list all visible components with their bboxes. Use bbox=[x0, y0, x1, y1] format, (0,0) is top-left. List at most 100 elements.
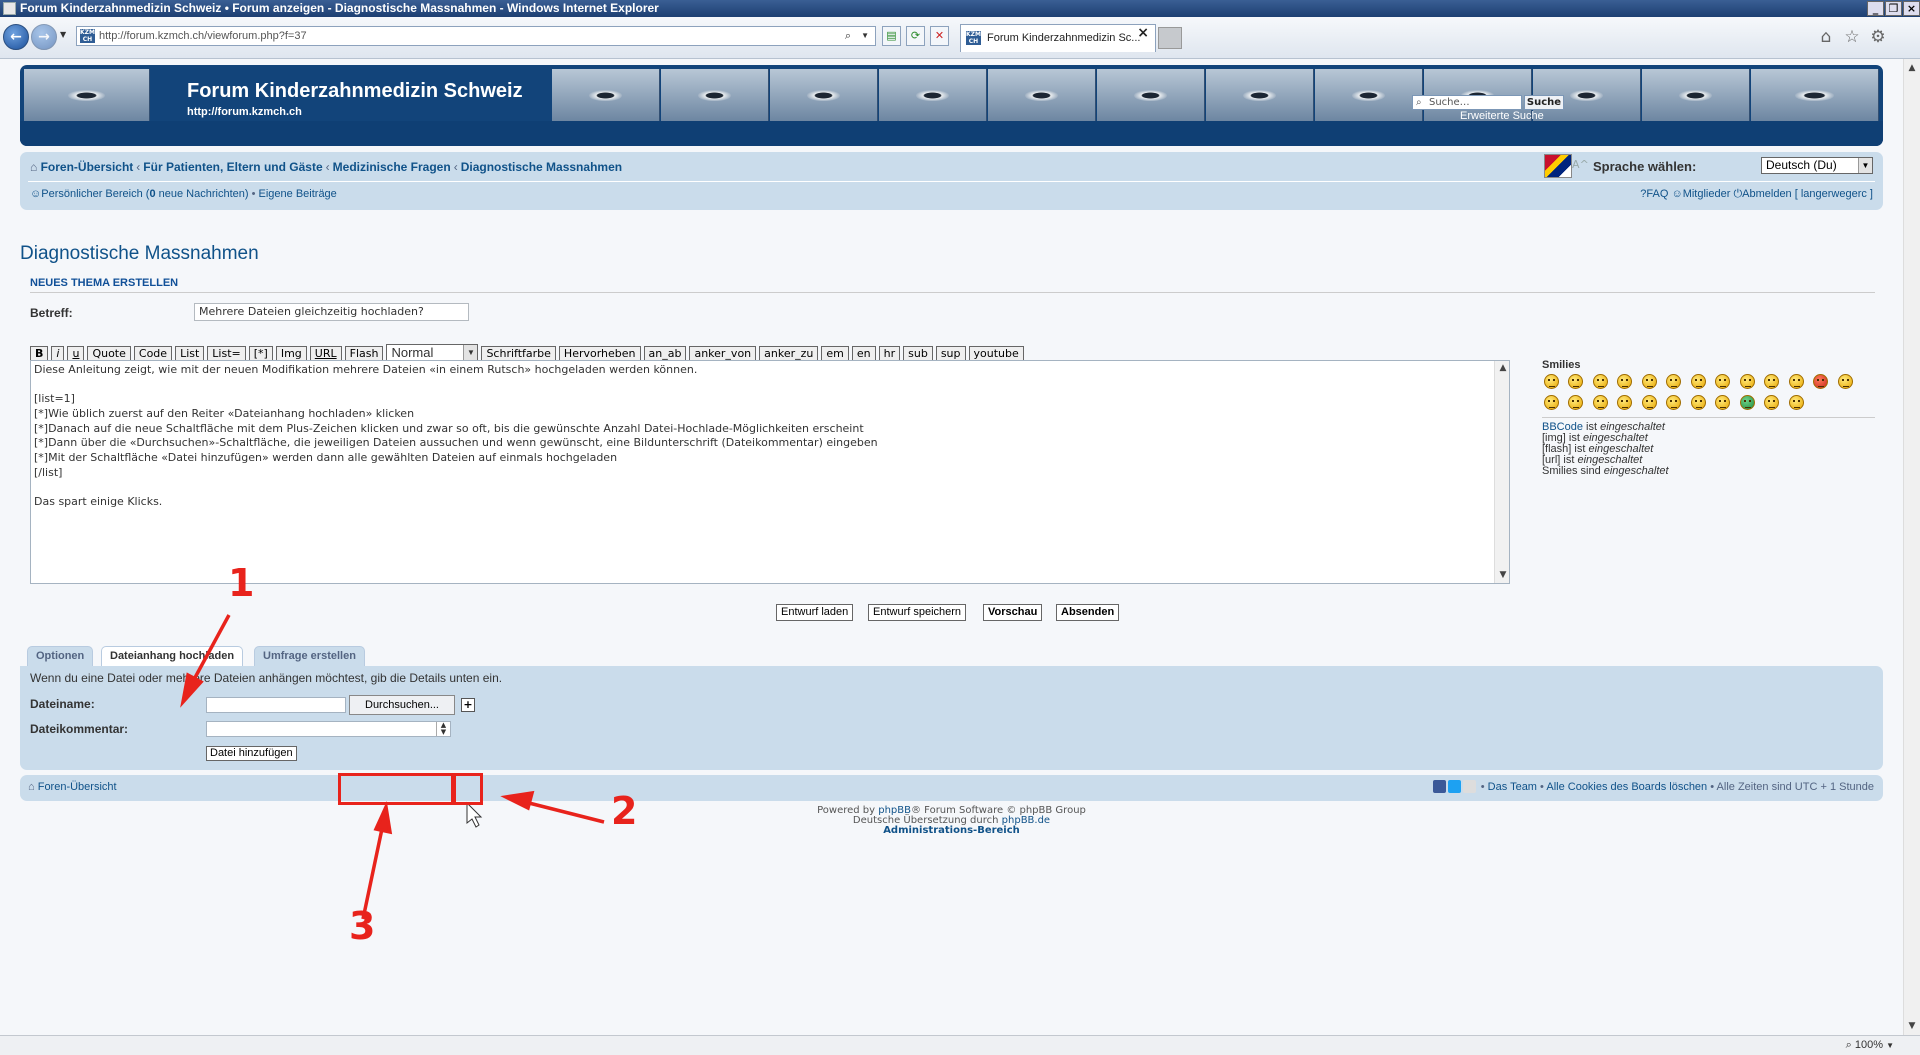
zoom-level[interactable]: ⌕ 100% ▼ bbox=[1846, 1039, 1894, 1052]
team-link[interactable]: Das Team bbox=[1488, 781, 1537, 793]
message-line: [*]Dann über die «Durchsuchen»-Schaltflä… bbox=[34, 436, 878, 450]
search-icon[interactable]: ⌕ bbox=[845, 27, 851, 45]
tab-attachments[interactable]: Dateianhang hochladen bbox=[101, 646, 244, 668]
tab-close-icon[interactable]: × bbox=[1137, 25, 1149, 41]
file-comment-input[interactable]: ▲ ▼ bbox=[206, 721, 451, 737]
breadcrumb-item[interactable]: Für Patienten, Eltern und Gäste bbox=[143, 160, 322, 174]
search-input[interactable]: ⌕ Suche… bbox=[1412, 95, 1522, 110]
logout-link[interactable]: Abmelden [ langerwegerc ] bbox=[1742, 188, 1873, 200]
smiley-wink-icon[interactable] bbox=[1593, 374, 1608, 389]
status-line: Smilies sind eingeschaltet bbox=[1542, 465, 1669, 477]
smiley-crying-icon[interactable] bbox=[1838, 374, 1853, 389]
copyright: Powered by phpBB® Forum Software © phpBB… bbox=[0, 806, 1903, 836]
header-band bbox=[20, 121, 1883, 146]
restore-button[interactable]: ❐ bbox=[1885, 1, 1902, 16]
members-link[interactable]: Mitglieder bbox=[1683, 188, 1731, 200]
language-select[interactable]: Deutsch (Du) ▼ bbox=[1761, 157, 1873, 174]
scroll-up-icon[interactable]: ▲ bbox=[1497, 361, 1509, 375]
smiley-shock-icon[interactable] bbox=[1666, 374, 1681, 389]
history-dropdown-icon[interactable]: ▼ bbox=[60, 30, 66, 39]
smiley-laughing-icon[interactable] bbox=[1740, 374, 1755, 389]
breadcrumb-item[interactable]: Medizinische Fragen bbox=[333, 160, 451, 174]
facebook-share-icon[interactable] bbox=[1432, 780, 1446, 793]
subject-input[interactable]: Mehrere Dateien gleichzeitig hochladen? bbox=[194, 303, 469, 321]
smiley-rolleyes-icon[interactable] bbox=[1593, 395, 1608, 410]
refresh-icon[interactable]: ⟳ bbox=[906, 26, 925, 46]
smiley-question-icon[interactable] bbox=[1642, 395, 1657, 410]
browser-tab-active[interactable]: KZM CH Forum Kinderzahnmedizin Sc... × bbox=[960, 24, 1156, 52]
page-scrollbar[interactable]: ▲ ▼ bbox=[1903, 59, 1920, 1035]
smiley-neutral-icon[interactable] bbox=[1715, 395, 1730, 410]
user-links: ☺Persönlicher Bereich (0 neue Nachrichte… bbox=[30, 188, 337, 200]
new-tab-button[interactable] bbox=[1158, 27, 1182, 49]
stop-icon[interactable]: ✕ bbox=[930, 26, 949, 46]
email-share-icon[interactable] bbox=[1462, 780, 1476, 793]
ie-icon bbox=[3, 2, 16, 15]
textarea-scrollbar[interactable]: ▲ ▼ bbox=[1494, 361, 1509, 583]
load-draft-button[interactable]: Entwurf laden bbox=[776, 604, 854, 621]
back-button[interactable]: ← bbox=[3, 24, 29, 50]
footer-home: ⌂ Foren-Übersicht bbox=[28, 781, 117, 793]
admin-link[interactable]: Administrations-Bereich bbox=[883, 825, 1020, 836]
smiley-confused-icon[interactable] bbox=[1691, 374, 1706, 389]
site-title-link[interactable]: Forum Kinderzahnmedizin Schweiz bbox=[187, 80, 523, 103]
smiley-cool-icon[interactable] bbox=[1715, 374, 1730, 389]
tools-gear-icon[interactable]: ⚙ bbox=[1868, 27, 1888, 47]
own-posts-link[interactable]: Eigene Beiträge bbox=[259, 188, 337, 200]
user-area-link[interactable]: Persönlicher Bereich (0 neue Nachrichten… bbox=[41, 188, 248, 200]
browser-toolbar: ← → ▼ KZM CH http://forum.kzmch.ch/viewf… bbox=[0, 17, 1920, 59]
search-button[interactable]: Suche bbox=[1524, 95, 1564, 110]
close-window-button[interactable]: × bbox=[1903, 1, 1920, 16]
smiley-sad-icon[interactable] bbox=[1617, 374, 1632, 389]
site-favicon: KZM CH bbox=[80, 29, 95, 43]
scroll-down-icon[interactable]: ▼ bbox=[1906, 1019, 1918, 1033]
message-line bbox=[34, 481, 1484, 496]
smiley-nerd-icon[interactable] bbox=[1789, 395, 1804, 410]
smiley-geek-icon[interactable] bbox=[1764, 395, 1779, 410]
add-file-button[interactable]: Datei hinzufügen bbox=[206, 746, 297, 761]
message-textarea[interactable]: Diese Anleitung zeigt, wie mit der neuen… bbox=[30, 360, 1510, 584]
submit-button[interactable]: Absenden bbox=[1056, 604, 1120, 621]
minimize-button[interactable]: _ bbox=[1867, 1, 1884, 16]
site-url: http://forum.kzmch.ch bbox=[187, 106, 302, 118]
home-icon[interactable]: ⌂ bbox=[1816, 27, 1836, 47]
smiley-exclaim-icon[interactable] bbox=[1617, 395, 1632, 410]
smiley-twisted-icon[interactable] bbox=[1568, 395, 1583, 410]
file-input[interactable] bbox=[206, 697, 346, 713]
smiley-smile-icon[interactable] bbox=[1568, 374, 1583, 389]
tab-options[interactable]: Optionen bbox=[27, 646, 94, 667]
compatibility-view-icon[interactable]: ▤ bbox=[882, 26, 901, 46]
smiley-arrow-icon[interactable] bbox=[1691, 395, 1706, 410]
address-dropdown-icon[interactable]: ▼ bbox=[861, 27, 869, 45]
delete-cookies-link[interactable]: Alle Cookies des Boards löschen bbox=[1546, 781, 1707, 793]
breadcrumb-item[interactable]: Foren-Übersicht bbox=[41, 160, 134, 174]
browse-button[interactable]: Durchsuchen... bbox=[349, 695, 455, 715]
spinner-icon[interactable]: ▲ ▼ bbox=[436, 722, 450, 736]
smiley-grin-icon[interactable] bbox=[1544, 374, 1559, 389]
smiley-mad-icon[interactable] bbox=[1764, 374, 1779, 389]
twitter-share-icon[interactable] bbox=[1447, 780, 1461, 793]
preview-button[interactable]: Vorschau bbox=[983, 604, 1043, 621]
add-upload-field-button[interactable]: + bbox=[461, 698, 475, 712]
breadcrumb-item[interactable]: Diagnostische Massnahmen bbox=[461, 160, 622, 174]
save-draft-button[interactable]: Entwurf speichern bbox=[868, 604, 967, 621]
footer-home-link[interactable]: Foren-Übersicht bbox=[38, 781, 117, 793]
tab-poll[interactable]: Umfrage erstellen bbox=[254, 646, 365, 667]
file-comment-label: Dateikommentar: bbox=[30, 722, 129, 736]
forward-button[interactable]: → bbox=[31, 24, 57, 50]
zoom-icon: ⌕ bbox=[1845, 1039, 1852, 1051]
faq-link[interactable]: FAQ bbox=[1646, 188, 1668, 200]
favorites-star-icon[interactable]: ☆ bbox=[1842, 27, 1862, 47]
scroll-down-icon[interactable]: ▼ bbox=[1497, 568, 1509, 582]
smiley-evil-icon[interactable] bbox=[1544, 395, 1559, 410]
timezone-text: Alle Zeiten sind UTC + 1 Stunde bbox=[1716, 781, 1874, 793]
address-bar[interactable]: KZM CH http://forum.kzmch.ch/viewforum.p… bbox=[76, 26, 876, 46]
smiley-razz-icon[interactable] bbox=[1789, 374, 1804, 389]
scroll-up-icon[interactable]: ▲ bbox=[1906, 61, 1918, 75]
smiley-embarrassed-icon[interactable] bbox=[1813, 374, 1828, 389]
message-line bbox=[34, 378, 1484, 393]
advanced-search-link[interactable]: Erweiterte Suche bbox=[1460, 110, 1544, 122]
smiley-idea-icon[interactable] bbox=[1666, 395, 1681, 410]
smiley-surprised-icon[interactable] bbox=[1642, 374, 1657, 389]
smiley-green-icon[interactable] bbox=[1740, 395, 1755, 410]
